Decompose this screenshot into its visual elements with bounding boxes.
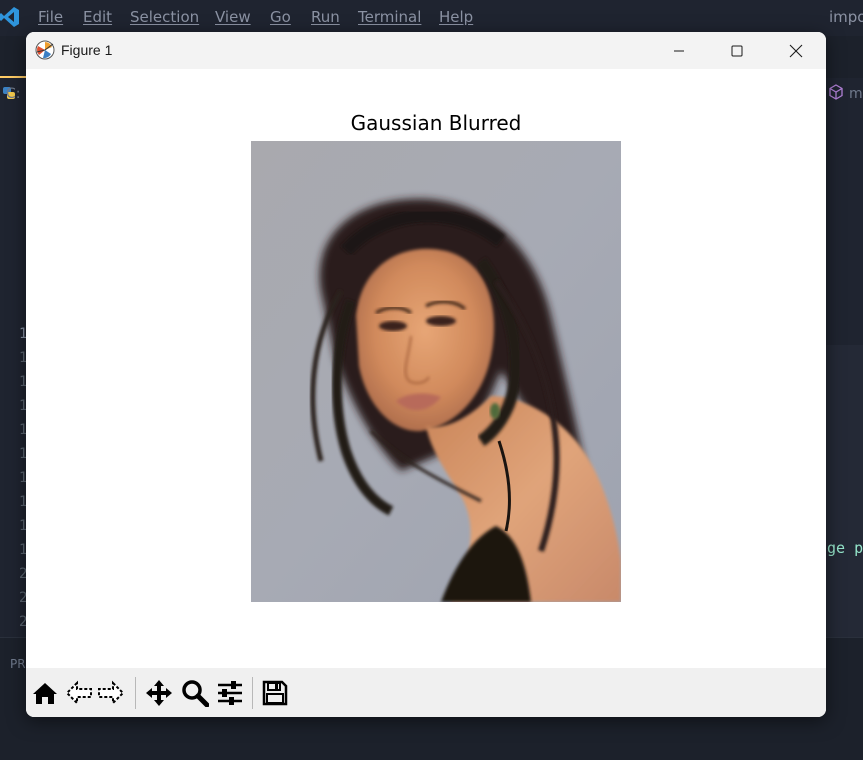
code-fragment: ge pr: [827, 539, 863, 557]
maximize-icon: [731, 45, 743, 56]
close-button[interactable]: [773, 32, 819, 69]
toolbar-separator: [135, 677, 136, 709]
maximize-button[interactable]: [714, 32, 760, 69]
menu-help[interactable]: Help: [439, 8, 473, 26]
vscode-menubar: File Edit Selection View Go Run Terminal…: [0, 0, 863, 36]
save-icon: [262, 680, 288, 706]
active-tab-indicator: [0, 76, 26, 78]
minimize-button[interactable]: [656, 32, 702, 69]
pan-button[interactable]: [144, 678, 174, 708]
figure-title: Figure 1: [61, 42, 113, 58]
menu-file[interactable]: File: [38, 8, 63, 26]
forward-button[interactable]: [96, 678, 126, 708]
menu-run[interactable]: Run: [311, 8, 340, 26]
matplotlib-icon: [35, 40, 55, 60]
menu-edit[interactable]: Edit: [83, 8, 112, 26]
zoom-icon: [182, 680, 209, 707]
portrait-photo: [251, 141, 621, 602]
menu-terminal[interactable]: Terminal: [358, 8, 421, 26]
window-title-fragment: impo: [829, 8, 863, 26]
cube-icon: [829, 84, 843, 100]
zoom-button[interactable]: [180, 678, 210, 708]
figure-titlebar[interactable]: Figure 1: [26, 32, 826, 69]
home-button[interactable]: [30, 678, 60, 708]
configure-subplots-icon: [218, 681, 242, 705]
menu-go[interactable]: Go: [270, 8, 291, 26]
figure-window: Figure 1 Gaussian Blurred: [26, 32, 826, 717]
pan-icon: [146, 680, 172, 706]
configure-subplots-button[interactable]: [215, 678, 245, 708]
panel-tab-problems[interactable]: PR: [10, 657, 26, 671]
breadcrumb-symbol[interactable]: m: [849, 86, 863, 102]
save-button[interactable]: [260, 678, 290, 708]
image-axes[interactable]: [251, 141, 621, 602]
vscode-logo-icon: [0, 7, 19, 27]
minimize-icon: [674, 50, 684, 51]
figure-canvas[interactable]: Gaussian Blurred: [26, 69, 826, 668]
home-icon: [33, 683, 57, 704]
close-icon: [789, 44, 803, 57]
editor-right-region: [826, 345, 863, 637]
menu-view[interactable]: View: [215, 8, 251, 26]
back-arrow-icon: [65, 680, 92, 706]
navigation-toolbar: [26, 668, 826, 717]
breadcrumb[interactable]: C:: [6, 86, 21, 102]
forward-arrow-icon: [98, 680, 125, 706]
axes-title: Gaussian Blurred: [350, 111, 522, 135]
toolbar-separator: [252, 677, 253, 709]
back-button[interactable]: [64, 678, 94, 708]
menu-selection[interactable]: Selection: [130, 8, 199, 26]
